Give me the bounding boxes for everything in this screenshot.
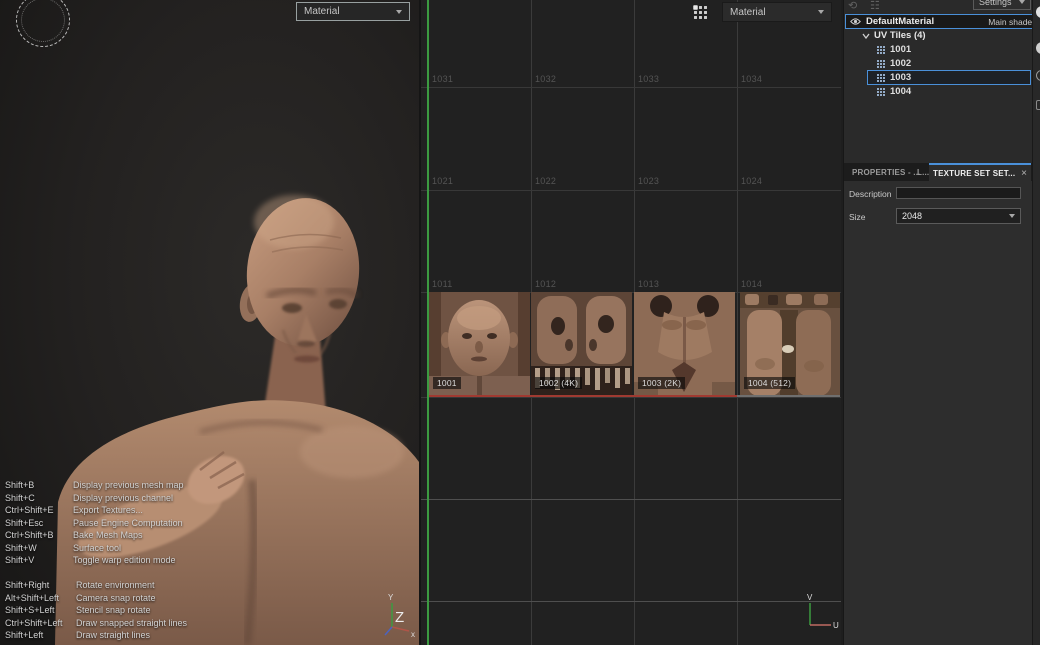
settings-label: Settings (979, 0, 1012, 7)
udim-grid-label: 1021 (432, 176, 453, 186)
clipped-tool-icon[interactable] (1036, 100, 1040, 110)
texture-set-panel: ⟲ ☷ Settings DefaultMaterial Main shader… (843, 0, 1032, 645)
tile-grid-icon (877, 60, 885, 68)
svg-text:Z: Z (395, 609, 404, 626)
udim-grid-label: 1034 (741, 74, 762, 84)
grid-line (421, 190, 841, 191)
uv-tile-item-1004[interactable]: 1004 (877, 85, 911, 98)
description-label: Description (849, 189, 892, 199)
size-select[interactable]: 2048 (896, 208, 1021, 224)
material-row[interactable]: DefaultMaterial Main shader (845, 14, 1032, 29)
texture-set-settings-content: Description Size 2048 (844, 181, 1032, 645)
tile-bottom-border (737, 395, 840, 397)
udim-tile-1001[interactable]: 1001 (429, 292, 530, 396)
udim-grid-label: 1012 (535, 279, 556, 289)
udim-grid-label: 1023 (638, 176, 659, 186)
tile-label: 1002 (4K) (535, 377, 582, 389)
eye-visibility-icon[interactable] (850, 17, 861, 26)
tile-label: 1001 (433, 377, 461, 389)
size-value: 2048 (902, 211, 922, 221)
clipped-tool-icon[interactable] (1036, 6, 1040, 18)
tile-grid-icon (877, 74, 885, 82)
udim-grid-label: 1031 (432, 74, 453, 84)
history-icon[interactable]: ☷ (870, 1, 880, 12)
udim-tile-1002[interactable]: 1002 (4K) (531, 292, 632, 396)
brush-cursor-inner-icon (21, 0, 65, 42)
settings-dropdown[interactable]: Settings (973, 0, 1031, 10)
tile-grid-icon (877, 88, 885, 96)
view-mode-select-3d[interactable]: Material (296, 2, 410, 21)
material-name: DefaultMaterial (866, 16, 988, 27)
grid-line (737, 0, 738, 645)
udim-tiles-view-icon[interactable] (694, 6, 707, 19)
shortcut-list-primary: Shift+BDisplay previous mesh map Shift+C… (5, 481, 184, 565)
chevron-down-icon (1019, 0, 1025, 4)
size-label: Size (849, 212, 866, 222)
udim-grid-label: 1022 (535, 176, 556, 186)
tile-grid-icon (877, 46, 885, 54)
properties-tab-bar: PROPERTIES - ... L... TEXTURE SET SET...… (844, 163, 1032, 181)
application-window: Material Shift+BDisplay previous mesh ma… (0, 0, 1040, 645)
svg-text:Y: Y (388, 593, 394, 602)
svg-text:x: x (411, 630, 415, 639)
axis-gizmo-uv: V U (795, 592, 841, 632)
axis-gizmo-3d: Y Z x (378, 591, 419, 641)
uv-tile-item-1003[interactable]: 1003 (877, 71, 911, 84)
grid-line (421, 601, 841, 602)
view-mode-label-2d: Material (730, 7, 766, 18)
tab-texture-set-settings[interactable]: TEXTURE SET SET... × (929, 163, 1031, 181)
chevron-expand-icon[interactable] (862, 33, 870, 39)
udim-grid-label: 1011 (432, 279, 453, 289)
tab-properties[interactable]: PROPERTIES - ... (852, 163, 921, 181)
udim-tile-1004[interactable]: 1004 (512) (740, 292, 841, 396)
clipped-tool-icon[interactable] (1036, 42, 1040, 54)
docked-toolbar-strip (1032, 0, 1040, 645)
udim-grid-label: 1013 (638, 279, 659, 289)
grid-line (421, 499, 841, 500)
udim-tile-1003[interactable]: 1003 (2K) (634, 292, 735, 396)
grid-line (421, 87, 841, 88)
viewport-3d[interactable]: Material Shift+BDisplay previous mesh ma… (0, 0, 419, 645)
grid-line (421, 397, 841, 398)
v-axis-line (427, 0, 429, 645)
uv-tile-item-1002[interactable]: 1002 (877, 57, 911, 70)
shader-label: Main shader (988, 17, 1032, 27)
svg-text:U: U (833, 621, 839, 630)
udim-grid-label: 1032 (535, 74, 556, 84)
tile-label: 1003 (2K) (638, 377, 685, 389)
u-axis-line (427, 395, 737, 397)
viewport-2d[interactable]: 1031 1032 1033 1034 1021 1022 1023 1024 … (421, 0, 841, 645)
sync-icon[interactable]: ⟲ (848, 1, 857, 12)
chevron-down-icon (396, 10, 402, 14)
uv-tiles-group-label: UV Tiles (4) (874, 30, 926, 41)
tab-layers[interactable]: L... (917, 163, 929, 181)
udim-grid-label: 1024 (741, 176, 762, 186)
chevron-down-icon (818, 10, 824, 14)
udim-grid-label: 1033 (638, 74, 659, 84)
tile-label: 1004 (512) (744, 377, 795, 389)
view-mode-select-2d[interactable]: Material (722, 2, 832, 22)
chevron-down-icon (1009, 214, 1015, 218)
uv-tile-item-1001[interactable]: 1001 (877, 43, 911, 56)
uv-tiles-group-row[interactable]: UV Tiles (4) (862, 29, 926, 42)
clipped-tool-icon[interactable] (1036, 70, 1040, 81)
shortcut-list-secondary: Shift+RightRotate environment Alt+Shift+… (5, 581, 187, 640)
close-icon[interactable]: × (1021, 168, 1027, 179)
view-mode-label-3d: Material (304, 6, 340, 17)
svg-text:V: V (807, 593, 813, 602)
description-input[interactable] (896, 187, 1021, 199)
udim-grid-label: 1014 (741, 279, 762, 289)
